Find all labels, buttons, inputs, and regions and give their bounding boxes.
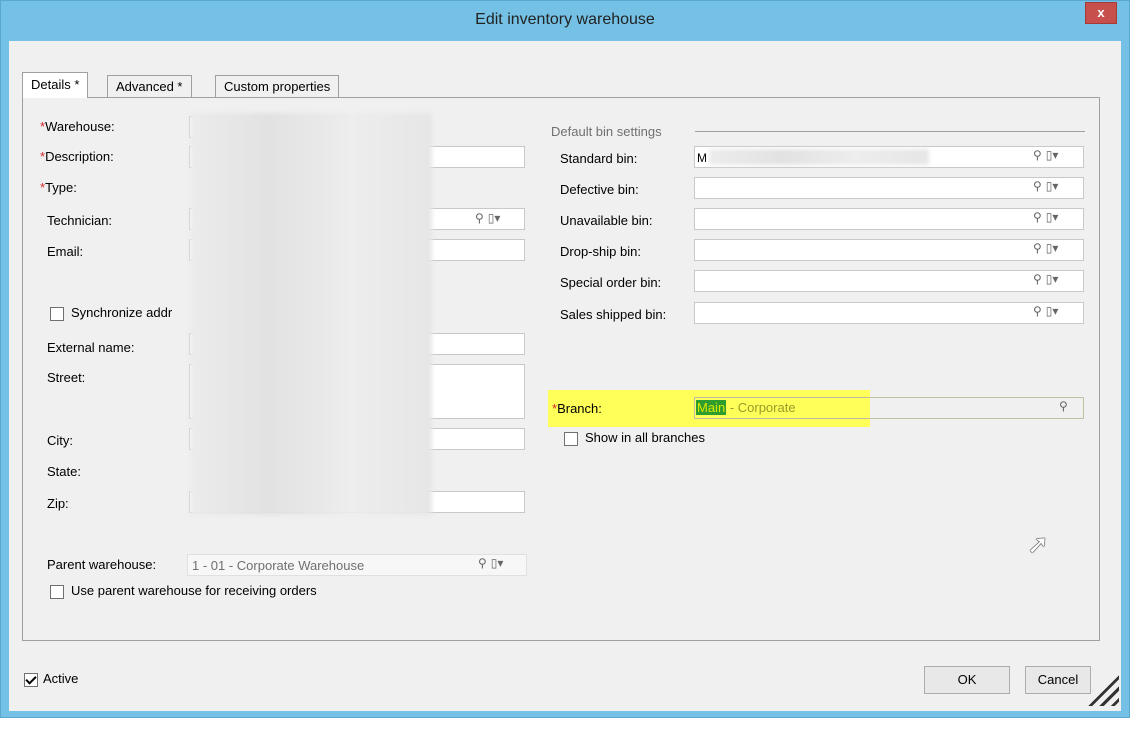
lookup-icon[interactable]: ⚲ [1033,179,1042,193]
dropdown-icon[interactable]: ▯▾ [1046,210,1059,224]
lookup-icon[interactable]: ⚲ [475,211,484,225]
use-parent-warehouse-label: Use parent warehouse for receiving order… [71,583,317,598]
lookup-icon[interactable]: ⚲ [478,556,487,570]
mouse-pointer-icon: ➚ [1027,529,1049,559]
section-divider [695,131,1085,132]
tab-advanced[interactable]: Advanced * [107,75,192,97]
active-checkbox[interactable] [24,673,38,687]
special-order-bin-field[interactable]: ⚲ ▯▾ [694,270,1084,292]
active-label: Active [43,671,79,686]
bin-settings-heading: Default bin settings [551,124,662,139]
show-in-all-branches-label: Show in all branches [585,430,705,445]
unavailable-bin-lookup[interactable]: ⚲ ▯▾ [1033,210,1058,228]
dialog-body: Details * Advanced * Custom properties *… [9,41,1121,711]
zip-label: Zip: [47,496,69,511]
special-order-bin-label: Special order bin: [560,275,662,290]
type-label: *Type: [40,180,77,195]
dropdown-icon[interactable]: ▯▾ [1046,241,1059,255]
lookup-icon[interactable]: ⚲ [1033,304,1042,318]
dropdown-icon[interactable]: ▯▾ [491,556,504,570]
lookup-icon[interactable]: ⚲ [1033,241,1042,255]
state-label: State: [47,464,81,479]
lookup-icon[interactable]: ⚲ [1033,148,1042,162]
sales-shipped-bin-field[interactable]: ⚲ ▯▾ [694,302,1084,324]
details-panel: *Warehouse: *Description: *Type: Technic… [22,97,1100,641]
unavailable-bin-label: Unavailable bin: [560,213,653,228]
dropship-bin-field[interactable]: ⚲ ▯▾ [694,239,1084,261]
parent-warehouse-label: Parent warehouse: [47,557,157,572]
description-label: *Description: [40,149,114,164]
show-in-all-branches-checkbox[interactable] [564,432,578,446]
parent-warehouse-value: 1 - 01 - Corporate Warehouse [192,558,365,573]
lookup-icon[interactable]: ⚲ [1033,272,1042,286]
city-label: City: [47,433,73,448]
standard-bin-value: M [697,151,707,165]
dropship-bin-label: Drop-ship bin: [560,244,641,259]
cancel-button[interactable]: Cancel [1025,666,1091,694]
redacted-area [709,149,929,165]
branch-description: - Corporate [726,400,796,415]
parent-warehouse-lookup[interactable]: ⚲ ▯▾ [478,556,503,574]
standard-bin-field[interactable]: M ⚲ ▯▾ [694,146,1084,168]
email-label: Email: [47,244,84,259]
defective-bin-lookup[interactable]: ⚲ ▯▾ [1033,179,1058,197]
use-parent-warehouse-checkbox[interactable] [50,585,64,599]
external-name-label: External name: [47,340,135,355]
dropdown-icon[interactable]: ▯▾ [1046,179,1059,193]
warehouse-label: *Warehouse: [40,119,115,134]
defective-bin-field[interactable]: ⚲ ▯▾ [694,177,1084,199]
dropdown-icon[interactable]: ▯▾ [1046,148,1059,162]
dialog-title: Edit inventory warehouse [475,11,655,28]
branch-code-selected: Main [696,400,727,415]
branch-lookup[interactable]: ⚲ [1059,399,1068,417]
street-label: Street: [47,370,86,385]
lookup-icon[interactable]: ⚲ [1033,210,1042,224]
tab-custom-properties[interactable]: Custom properties [215,75,340,97]
sales-shipped-bin-label: Sales shipped bin: [560,307,667,322]
dropship-bin-lookup[interactable]: ⚲ ▯▾ [1033,241,1058,259]
tab-details[interactable]: Details * [22,72,89,98]
dialog-window: Edit inventory warehouse x Details * Adv… [0,0,1130,718]
redacted-area [190,113,432,515]
lookup-icon[interactable]: ⚲ [1059,399,1068,413]
dropdown-icon[interactable]: ▯▾ [488,211,501,225]
synchronize-address-label: Synchronize addr [71,305,173,320]
standard-bin-label: Standard bin: [560,151,638,166]
dropdown-icon[interactable]: ▯▾ [1046,272,1059,286]
defective-bin-label: Defective bin: [560,182,639,197]
unavailable-bin-field[interactable]: ⚲ ▯▾ [694,208,1084,230]
technician-lookup[interactable]: ⚲ ▯▾ [475,211,500,229]
special-order-bin-lookup[interactable]: ⚲ ▯▾ [1033,272,1058,290]
branch-field[interactable]: Main - Corporate ⚲ [694,397,1084,419]
branch-label: *Branch: [552,401,602,416]
close-button[interactable]: x [1085,2,1117,24]
standard-bin-lookup[interactable]: ⚲ ▯▾ [1033,148,1058,166]
ok-button[interactable]: OK [924,666,1010,694]
synchronize-address-checkbox[interactable] [50,307,64,321]
sales-shipped-bin-lookup[interactable]: ⚲ ▯▾ [1033,304,1058,322]
title-bar[interactable]: Edit inventory warehouse x [1,1,1129,41]
dropdown-icon[interactable]: ▯▾ [1046,304,1059,318]
technician-label: Technician: [47,213,113,228]
branch-value: Main - Corporate [696,400,796,415]
parent-warehouse-field[interactable]: 1 - 01 - Corporate Warehouse ⚲ ▯▾ [187,554,527,576]
